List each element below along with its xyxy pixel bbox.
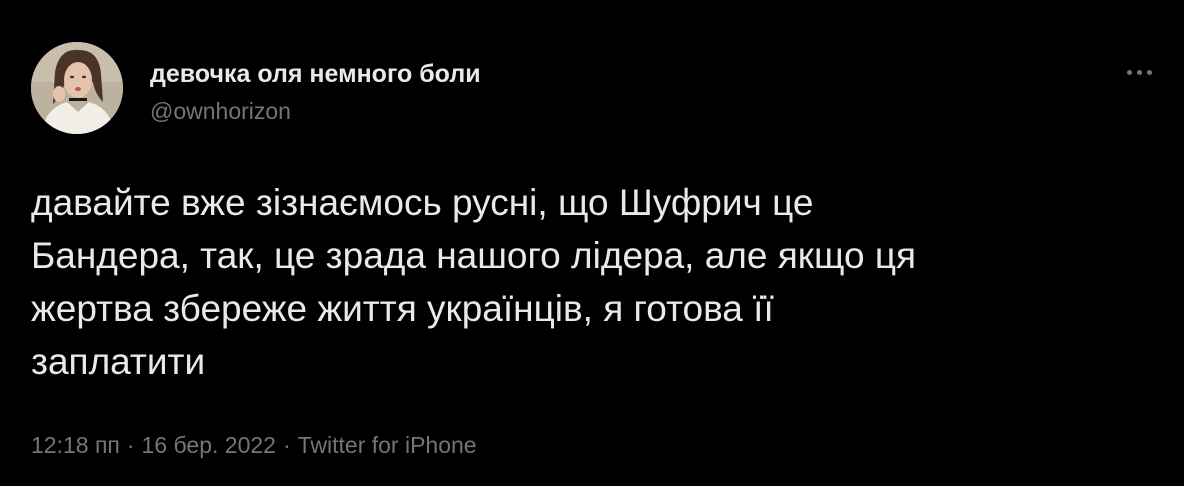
tweet-text: давайте вже зізнаємось русні, що Шуфрич … <box>31 176 1141 388</box>
tweet-source[interactable]: Twitter for iPhone <box>298 431 477 459</box>
tweet-text-line: жертва збереже життя українців, я готова… <box>31 288 774 329</box>
meta-separator: · <box>282 432 291 458</box>
author-handle[interactable]: @ownhorizon <box>150 97 291 125</box>
more-options-button[interactable] <box>1118 58 1160 86</box>
more-horizontal-icon-dot <box>1146 69 1152 75</box>
tweet-meta: 12:18 пп · 16 бер. 2022 · Twitter for iPhone <box>31 431 477 459</box>
avatar-photo <box>31 42 123 134</box>
more-horizontal-icon <box>1126 69 1132 75</box>
more-horizontal-icon-dot <box>1136 69 1142 75</box>
author-display-name[interactable]: девочка оля немного боли <box>150 59 481 89</box>
tweet-text-line: давайте вже зізнаємось русні, що Шуфрич … <box>31 182 814 223</box>
tweet-time[interactable]: 12:18 пп <box>31 431 120 459</box>
meta-separator: · <box>126 432 135 458</box>
tweet-text-line: Бандера, так, це зрада нашого лідера, ал… <box>31 235 917 276</box>
avatar[interactable] <box>31 42 123 134</box>
tweet-date[interactable]: 16 бер. 2022 <box>142 431 276 459</box>
tweet-card: девочка оля немного боли @ownhorizon дав… <box>0 0 1184 486</box>
tweet-text-line: заплатити <box>31 341 206 382</box>
